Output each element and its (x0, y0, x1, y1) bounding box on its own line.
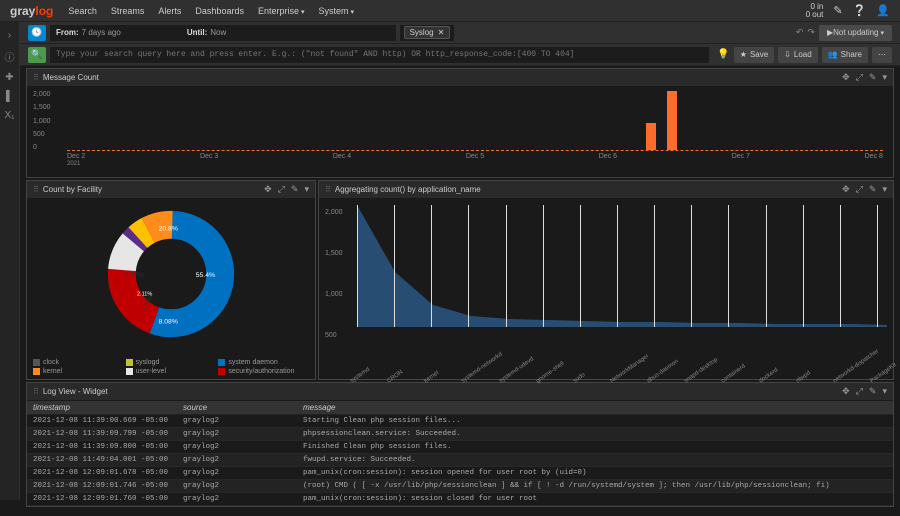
table-row[interactable]: 2021-12-08 12:09:01.746 -05:00graylog2(r… (27, 480, 893, 493)
move-icon[interactable]: ✥ (842, 184, 850, 195)
share-button[interactable]: 👥 Share (822, 47, 868, 63)
help-icon[interactable]: ❔ (853, 4, 867, 17)
table-row[interactable]: 2021-12-08 11:39:09.800 -05:00graylog2Fi… (27, 441, 893, 454)
expand-icon[interactable]: ⤢ (856, 386, 863, 397)
calendar-icon[interactable]: 🕓 (28, 25, 46, 41)
load-button[interactable]: ⇩ Load (778, 47, 818, 63)
logo[interactable]: graylog (10, 4, 53, 18)
widget-title: Message Count (43, 73, 99, 82)
move-icon[interactable]: ✥ (264, 184, 272, 195)
user-icon[interactable]: 👤 (876, 4, 890, 17)
facility-legend: clock syslogd system daemon kernel user-… (33, 359, 309, 375)
hint-icon[interactable]: 💡 (717, 49, 729, 60)
top-nav: graylog Search Streams Alerts Dashboards… (0, 0, 900, 22)
col-source[interactable]: source (177, 401, 297, 415)
edit-icon[interactable]: ✎ (291, 184, 299, 195)
aggregation-widget: ⠿ Aggregating count() by application_nam… (318, 180, 894, 380)
timerange-input[interactable]: From: 7 days ago Until: Now (50, 25, 396, 41)
svg-text:20.8%: 20.8% (159, 226, 178, 233)
expand-icon[interactable]: ⤢ (278, 184, 285, 195)
main: 🕓 From: 7 days ago Until: Now Syslog✕ ↶ … (20, 22, 900, 509)
block-icon[interactable]: ▌ (6, 91, 13, 102)
table-row[interactable]: 2021-12-08 12:09:01.678 -05:00graylog2pa… (27, 467, 893, 480)
info-icon[interactable]: ⓘ (5, 49, 15, 64)
caret-icon[interactable]: ▾ (882, 386, 887, 397)
facility-widget: ⠿ Count by Facility ✥ ⤢ ✎ ▾ (26, 180, 316, 380)
timerange-row: 🕓 From: 7 days ago Until: Now Syslog✕ ↶ … (20, 22, 900, 44)
query-row: 🔍 💡 ★ Save ⇩ Load 👥 Share ⋯ (20, 44, 900, 66)
nav-enterprise[interactable]: Enterprise▾ (258, 6, 305, 16)
drag-handle-icon[interactable]: ⠿ (33, 73, 39, 82)
sigma-icon[interactable]: X₁ (4, 110, 14, 121)
edit-icon[interactable]: ✎ (869, 72, 877, 83)
table-row[interactable]: 2021-12-08 11:39:09.799 -05:00graylog2ph… (27, 428, 893, 441)
query-input[interactable] (50, 47, 709, 63)
logview-widget: ⠿ Log View - Widget ✥ ⤢ ✎ ▾ timestamp sourc… (26, 382, 894, 507)
more-button[interactable]: ⋯ (872, 47, 892, 63)
io-counter: 0 in0 out (806, 3, 824, 19)
save-button[interactable]: ★ Save (734, 47, 774, 63)
drag-handle-icon[interactable]: ⠿ (325, 185, 331, 194)
nav-alerts[interactable]: Alerts (158, 6, 181, 16)
move-icon[interactable]: ✥ (842, 72, 850, 83)
nav-system[interactable]: System▾ (319, 6, 355, 16)
nav-dashboards[interactable]: Dashboards (195, 6, 244, 16)
message-count-widget: ⠿ Message Count ✥ ⤢ ✎ ▾ 2,000 1,500 1,00… (26, 68, 894, 178)
table-row[interactable]: 2021-12-08 12:09:01.760 -05:00graylog2pa… (27, 493, 893, 506)
nav-items: Search Streams Alerts Dashboards Enterpr… (68, 6, 805, 16)
undo-icon[interactable]: ↶ (796, 27, 804, 38)
edit-icon[interactable]: ✎ (869, 386, 877, 397)
log-table: timestamp source message 2021-12-08 11:3… (27, 401, 893, 506)
redo-icon[interactable]: ↷ (807, 27, 815, 38)
nav-streams[interactable]: Streams (111, 6, 145, 16)
facility-donut-chart: 55.4% 20.8% 9.77% 2.11% 4.06% 8.08% (33, 209, 309, 339)
svg-text:9.77%: 9.77% (125, 272, 144, 279)
expand-icon[interactable]: › (8, 30, 11, 41)
aggregation-chart (357, 205, 887, 345)
caret-icon[interactable]: ▾ (304, 184, 309, 195)
chip-close-icon[interactable]: ✕ (438, 28, 445, 37)
left-rail: › ⓘ ✚ ▌ X₁ (0, 22, 20, 500)
col-timestamp[interactable]: timestamp (27, 401, 177, 415)
caret-icon[interactable]: ▾ (882, 72, 887, 83)
drag-handle-icon[interactable]: ⠿ (33, 185, 39, 194)
nav-right: 0 in0 out ✎ ❔ 👤 (806, 3, 890, 19)
nav-search[interactable]: Search (68, 6, 97, 16)
widget-title: Count by Facility (43, 185, 102, 194)
dashboard-content: ⠿ Message Count ✥ ⤢ ✎ ▾ 2,000 1,500 1,00… (20, 66, 900, 509)
table-row[interactable]: 2021-12-08 11:49:04.001 -05:00graylog2fw… (27, 454, 893, 467)
move-icon[interactable]: ✥ (842, 386, 850, 397)
plus-icon[interactable]: ✚ (5, 72, 13, 83)
svg-text:8.08%: 8.08% (159, 319, 178, 326)
edit-icon[interactable]: ✎ (869, 184, 877, 195)
stream-filter[interactable]: Syslog✕ (400, 25, 455, 41)
edit-icon[interactable]: ✎ (833, 4, 842, 17)
svg-text:55.4%: 55.4% (196, 272, 215, 279)
widget-title: Aggregating count() by application_name (335, 185, 481, 194)
drag-handle-icon[interactable]: ⠿ (33, 387, 39, 396)
expand-icon[interactable]: ⤢ (856, 184, 863, 195)
search-button[interactable]: 🔍 (28, 47, 46, 63)
widget-title: Log View - Widget (43, 387, 108, 396)
message-count-chart: 2,000 1,500 1,000 500 0 Dec 22021 Dec 3 … (27, 87, 893, 177)
refresh-button[interactable]: ▶ Not updating▾ (819, 25, 892, 41)
col-message[interactable]: message (297, 401, 893, 415)
table-row[interactable]: 2021-12-08 11:39:00.669 -05:00graylog2St… (27, 415, 893, 428)
stream-chip[interactable]: Syslog✕ (404, 26, 451, 39)
expand-icon[interactable]: ⤢ (856, 72, 863, 83)
caret-icon[interactable]: ▾ (882, 184, 887, 195)
